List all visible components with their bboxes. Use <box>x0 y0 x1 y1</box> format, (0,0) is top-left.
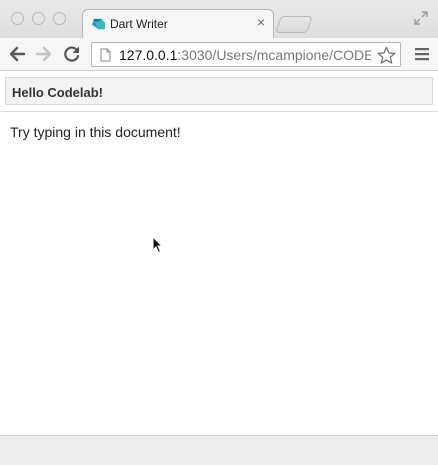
browser-window: Dart Writer × 127.0.0.1:3030/Users/mcamp… <box>0 0 438 465</box>
app-header: Hello Codelab! <box>5 77 433 105</box>
fullscreen-icon[interactable] <box>414 11 428 25</box>
status-bar <box>0 435 438 465</box>
page-icon <box>100 48 111 62</box>
bookmark-star-icon[interactable] <box>377 46 396 65</box>
zoom-window-button[interactable] <box>53 12 66 25</box>
url-text[interactable]: 127.0.0.1:3030/Users/mcampione/CODE <box>119 47 371 63</box>
page-content: Hello Codelab! Try typing in this docume… <box>0 71 438 435</box>
tab-title: Dart Writer <box>110 17 168 31</box>
tab-close-icon[interactable]: × <box>257 14 265 30</box>
new-tab-button[interactable] <box>275 16 313 33</box>
back-arrow-icon[interactable] <box>8 45 26 63</box>
mouse-pointer-icon <box>152 236 164 254</box>
reload-icon[interactable] <box>63 45 81 63</box>
tab-strip: Dart Writer × <box>0 0 438 38</box>
menu-icon[interactable] <box>415 47 429 61</box>
url-host: 127.0.0.1 <box>119 47 178 63</box>
document-editor[interactable]: Try typing in this document! <box>0 112 438 435</box>
forward-arrow-icon[interactable] <box>35 45 53 63</box>
window-controls <box>11 12 66 25</box>
tab-dart-writer[interactable]: Dart Writer × <box>82 9 274 38</box>
minimize-window-button[interactable] <box>32 12 45 25</box>
dart-logo-icon <box>91 18 106 30</box>
close-window-button[interactable] <box>11 12 24 25</box>
address-bar[interactable]: 127.0.0.1:3030/Users/mcampione/CODE <box>91 42 401 67</box>
url-path: :3030/Users/mcampione/CODE <box>177 47 371 63</box>
browser-toolbar: 127.0.0.1:3030/Users/mcampione/CODE <box>0 38 438 71</box>
app-title: Hello Codelab! <box>12 85 104 100</box>
